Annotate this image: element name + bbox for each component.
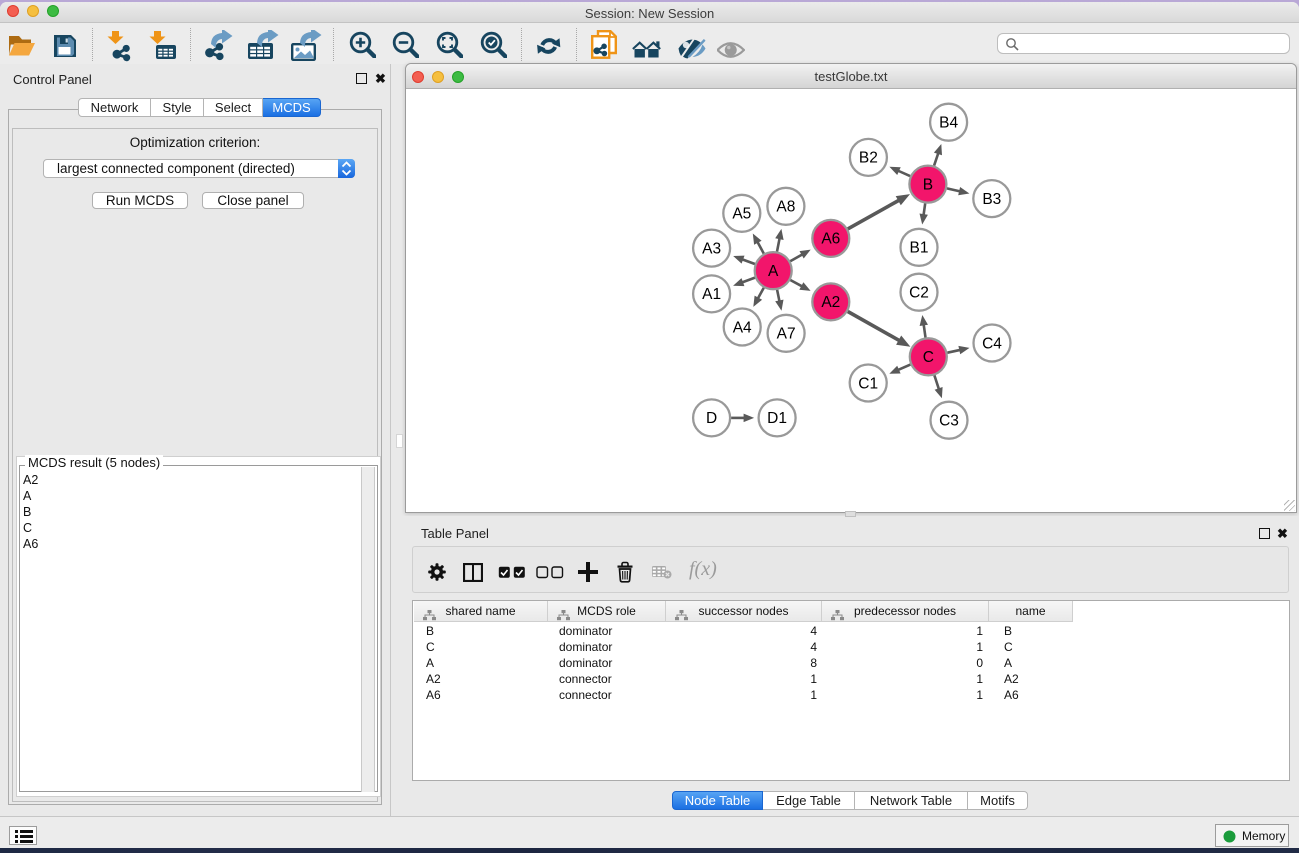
svg-text:B1: B1 xyxy=(910,240,929,257)
svg-text:C3: C3 xyxy=(939,413,959,430)
svg-text:B2: B2 xyxy=(859,150,878,167)
svg-text:B: B xyxy=(923,176,933,193)
svg-text:A2: A2 xyxy=(821,294,840,311)
svg-text:A7: A7 xyxy=(777,326,796,343)
svg-text:C1: C1 xyxy=(858,375,878,392)
svg-text:D: D xyxy=(706,410,717,427)
svg-text:A8: A8 xyxy=(776,199,795,216)
svg-text:A3: A3 xyxy=(702,240,721,257)
svg-text:A4: A4 xyxy=(733,319,752,336)
svg-text:D1: D1 xyxy=(767,410,787,427)
svg-text:B4: B4 xyxy=(939,115,958,132)
svg-text:C4: C4 xyxy=(982,335,1002,352)
svg-text:A6: A6 xyxy=(821,231,840,248)
svg-text:A: A xyxy=(768,263,779,280)
svg-text:B3: B3 xyxy=(982,191,1001,208)
svg-text:A1: A1 xyxy=(702,286,721,303)
svg-text:A5: A5 xyxy=(732,206,751,223)
svg-text:C2: C2 xyxy=(909,285,929,302)
svg-text:C: C xyxy=(923,349,934,366)
